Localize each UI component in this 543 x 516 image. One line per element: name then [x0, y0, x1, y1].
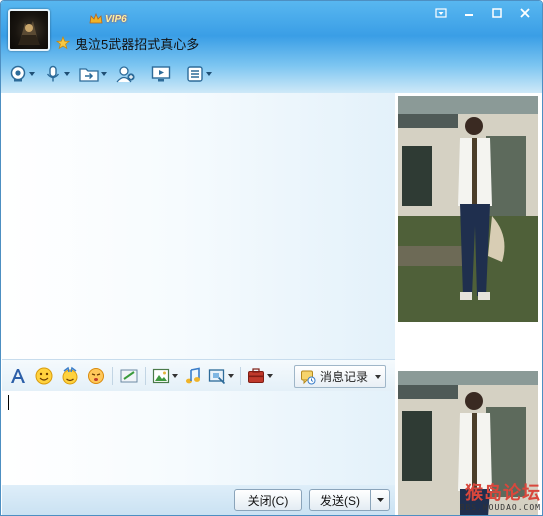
nudge-button[interactable] [86, 366, 106, 386]
vip-label: VIP6 [105, 13, 127, 25]
webcam-icon [10, 65, 26, 82]
dropdown-icon [435, 7, 447, 18]
font-button[interactable] [8, 366, 28, 386]
watermark-url: BBS.HOUDAO.COM [459, 503, 541, 512]
minimize-icon [465, 13, 473, 16]
chat-toolbar [9, 63, 221, 85]
send-file-button[interactable] [79, 65, 107, 83]
contact-show-panel [395, 93, 542, 515]
toolbox-button[interactable] [247, 367, 273, 385]
send-options-button[interactable] [370, 489, 390, 511]
nudge-face-icon [88, 367, 104, 384]
apps-menu-button[interactable] [186, 65, 212, 83]
contact-show-photo[interactable] [398, 96, 538, 322]
caret-down-icon [206, 72, 212, 76]
caret-down-icon [64, 72, 70, 76]
action-bar: 关闭(C) 发送(S) [2, 485, 395, 515]
add-contact-button[interactable] [116, 65, 136, 83]
caret-down-icon [267, 373, 273, 378]
chat-header: VIP6 鬼泣5武器招式真心多 [1, 1, 542, 93]
close-icon [520, 7, 530, 18]
toolbar-divider [145, 366, 146, 385]
caret-down-icon [376, 498, 384, 502]
person-photo-image [398, 96, 538, 322]
message-history-label: 消息记录 [320, 370, 369, 384]
message-input[interactable] [2, 391, 395, 485]
vip-badge[interactable]: VIP6 [89, 11, 127, 27]
caret-down-icon [29, 72, 35, 76]
contact-avatar[interactable] [8, 9, 50, 51]
apps-menu-icon [187, 66, 203, 82]
caret-down-icon [101, 72, 107, 76]
message-history-area[interactable] [2, 93, 395, 359]
message-history-button[interactable]: 消息记录 [294, 365, 386, 388]
caret-down-icon [375, 374, 381, 379]
window-controls [428, 4, 538, 21]
format-toolbar: 消息记录 [2, 359, 395, 391]
toolbar-divider [112, 366, 113, 385]
handwriting-button[interactable] [119, 366, 139, 386]
close-button[interactable]: 关闭(C) [234, 489, 302, 511]
maximize-icon [492, 7, 502, 18]
crown-icon [89, 12, 103, 24]
image-icon [152, 368, 170, 383]
video-call-button[interactable] [9, 65, 35, 83]
microphone-icon [46, 65, 60, 82]
file-transfer-icon [79, 68, 99, 82]
chat-history-icon [301, 370, 316, 384]
screenshot-icon [208, 368, 226, 384]
font-icon [11, 368, 25, 383]
toolbox-icon [248, 367, 264, 383]
text-cursor [8, 395, 9, 410]
music-note-icon [186, 367, 200, 383]
send-button[interactable]: 发送(S) [309, 489, 371, 511]
chat-window: VIP6 鬼泣5武器招式真心多 消息记录 关闭(C) 发送(S) 猴岛论坛 BB… [0, 0, 543, 516]
toolbar-divider [240, 366, 241, 385]
smiley-icon [35, 367, 53, 384]
send-image-button[interactable] [152, 367, 178, 385]
caret-down-icon [172, 373, 178, 378]
magic-emoji-icon [62, 366, 78, 384]
maximize-button[interactable] [484, 4, 510, 21]
close-window-button[interactable] [512, 4, 538, 21]
contact-name: 鬼泣5武器招式真心多 [75, 37, 200, 52]
emoji-button[interactable] [34, 366, 54, 386]
star-icon [56, 36, 70, 50]
music-button[interactable] [184, 367, 202, 385]
avatar-image [18, 21, 40, 45]
screen-share-icon [151, 66, 171, 82]
minimize-button[interactable] [456, 4, 482, 21]
screen-share-button[interactable] [151, 65, 171, 83]
handwriting-icon [120, 369, 138, 382]
voice-call-button[interactable] [44, 65, 70, 83]
add-contact-icon [116, 66, 135, 83]
forum-watermark: 猴岛论坛 BBS.HOUDAO.COM [449, 483, 541, 515]
watermark-logo-text: 猴岛论坛 [465, 483, 541, 503]
magic-emoji-button[interactable] [60, 366, 80, 386]
menu-dropdown-button[interactable] [428, 4, 454, 21]
screenshot-button[interactable] [208, 367, 234, 385]
caret-down-icon [228, 373, 234, 378]
